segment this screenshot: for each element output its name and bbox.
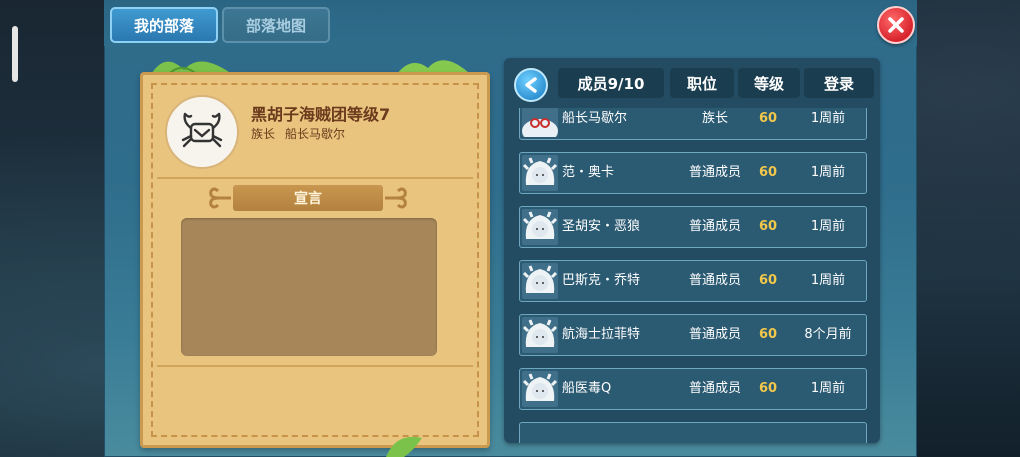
crab-emblem-icon	[181, 112, 223, 148]
divider	[157, 365, 473, 367]
member-row[interactable]: 船长马歇尔 族长 60 1周前	[519, 108, 867, 140]
declaration-text-box[interactable]	[181, 218, 437, 356]
member-avatar-icon	[522, 157, 558, 185]
member-row[interactable]: 范・奥卡 普通成员 60 1周前	[519, 152, 867, 194]
member-name: 巴斯克・乔特	[562, 273, 641, 288]
tribe-window: 我的部落 部落地图 黑胡子海贼团等级7 族长 船长马歇尔 宣言 成员9/10 职…	[104, 0, 917, 457]
member-last-login: 1周前	[810, 165, 846, 180]
swirl-ornament-icon	[385, 187, 407, 209]
member-count-header[interactable]: 成员9/10	[558, 68, 664, 98]
leader-title: 族长	[251, 127, 276, 141]
leaf-decoration-icon	[386, 436, 422, 457]
member-row[interactable]: 巴斯克・乔特 普通成员 60 1周前	[519, 260, 867, 302]
side-drawer-handle[interactable]	[12, 26, 18, 82]
member-row[interactable]: 航海士拉菲特 普通成员 60 8个月前	[519, 314, 867, 356]
member-name: 圣胡安・恶狼	[562, 219, 641, 234]
tribe-info-card: 黑胡子海贼团等级7 族长 船长马歇尔 宣言	[140, 72, 490, 448]
member-avatar	[522, 371, 558, 407]
member-name: 航海士拉菲特	[562, 327, 641, 342]
member-avatar	[522, 108, 558, 137]
arrow-left-icon	[525, 77, 537, 93]
close-button[interactable]	[877, 6, 915, 44]
member-level: 60	[758, 327, 778, 342]
member-level: 60	[758, 381, 778, 396]
back-button[interactable]	[514, 68, 548, 102]
leader-name: 船长马歇尔	[285, 127, 346, 141]
member-row[interactable]: 船医毒Q 普通成员 60 1周前	[519, 368, 867, 410]
member-avatar	[522, 209, 558, 245]
member-avatar	[522, 155, 558, 191]
member-name: 船长马歇尔	[562, 111, 628, 126]
member-avatar	[522, 317, 558, 353]
member-avatar-icon	[522, 211, 558, 239]
member-last-login: 1周前	[810, 381, 846, 396]
member-row[interactable]: 圣胡安・恶狼 普通成员 60 1周前	[519, 206, 867, 248]
tab-my-tribe[interactable]: 我的部落	[110, 7, 218, 43]
member-avatar-icon	[522, 265, 558, 293]
tribe-leader-line: 族长 船长马歇尔	[251, 125, 345, 142]
tab-tribe-map[interactable]: 部落地图	[222, 7, 330, 43]
member-last-login: 1周前	[810, 111, 846, 126]
member-list-panel: 成员9/10 职位 等级 登录 船长马歇尔 族长 60 1周前 范・奥卡 普通成…	[504, 58, 880, 443]
captain-avatar-icon	[522, 118, 558, 137]
member-name: 船医毒Q	[562, 381, 612, 396]
member-name: 范・奥卡	[562, 165, 615, 180]
tribe-emblem	[165, 95, 239, 169]
member-list[interactable]: 船长马歇尔 族长 60 1周前 范・奥卡 普通成员 60 1周前 圣胡安・恶狼 …	[516, 108, 868, 443]
divider	[157, 177, 473, 179]
member-last-login: 1周前	[810, 219, 846, 234]
tribe-name: 黑胡子海贼团等级7	[251, 105, 391, 124]
swirl-ornament-icon	[209, 187, 231, 209]
member-last-login: 8个月前	[804, 327, 852, 342]
close-x-icon	[888, 17, 904, 33]
member-level: 60	[758, 219, 778, 234]
member-avatar	[522, 263, 558, 299]
member-avatar-icon	[522, 373, 558, 401]
level-header[interactable]: 等级	[738, 68, 800, 98]
login-header[interactable]: 登录	[804, 68, 874, 98]
member-level: 60	[758, 165, 778, 180]
member-level: 60	[758, 273, 778, 288]
rank-header[interactable]: 职位	[670, 68, 734, 98]
member-row-partial[interactable]	[519, 422, 867, 443]
member-avatar-icon	[522, 319, 558, 347]
declaration-title: 宣言	[233, 185, 383, 211]
member-level: 60	[758, 111, 778, 126]
member-last-login: 1周前	[810, 273, 846, 288]
